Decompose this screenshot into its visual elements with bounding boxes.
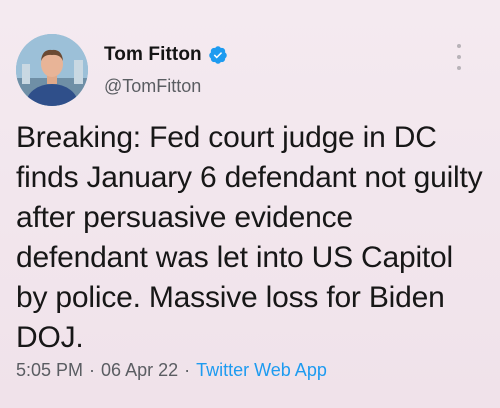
meta-separator: · bbox=[89, 360, 96, 380]
tweet-card: Tom Fitton @TomFitton Breaking: Fed cour… bbox=[0, 0, 500, 408]
more-dot bbox=[457, 44, 461, 48]
tweet-text: Breaking: Fed court judge in DC finds Ja… bbox=[16, 121, 483, 354]
meta-separator: · bbox=[184, 360, 191, 380]
tweet-date[interactable]: 06 Apr 22 bbox=[101, 360, 178, 381]
more-dot bbox=[457, 55, 461, 59]
tweet-meta: 5:05 PM · 06 Apr 22 · Twitter Web App bbox=[16, 360, 327, 381]
avatar[interactable] bbox=[16, 34, 88, 106]
author-name-row: Tom Fitton bbox=[104, 44, 228, 66]
display-name[interactable]: Tom Fitton bbox=[104, 44, 202, 66]
more-dot bbox=[457, 66, 461, 70]
tweet-time[interactable]: 5:05 PM bbox=[16, 360, 83, 381]
verified-badge-icon bbox=[208, 45, 228, 65]
avatar-image bbox=[16, 34, 88, 106]
more-vertical-icon[interactable] bbox=[452, 44, 466, 70]
author-handle[interactable]: @TomFitton bbox=[104, 76, 201, 97]
tweet-source-link[interactable]: Twitter Web App bbox=[196, 360, 327, 381]
